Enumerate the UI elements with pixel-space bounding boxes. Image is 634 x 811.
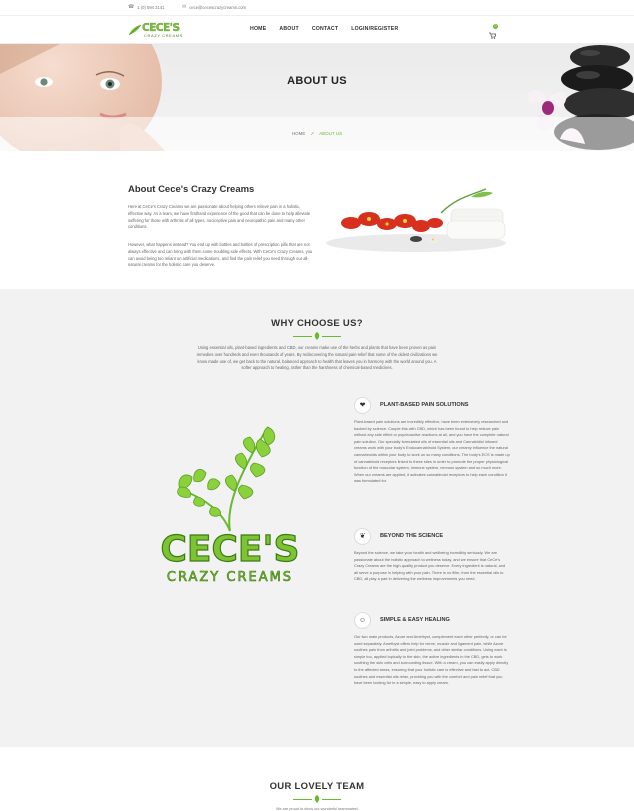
divider-leaf-icon xyxy=(314,795,320,803)
divider-leaf-icon xyxy=(314,332,320,340)
cart-button[interactable]: 0 xyxy=(489,24,499,39)
email-address[interactable]: cece@cecescrazycreams.com xyxy=(189,5,246,10)
about-paragraph-1: Here at CeCe's Crazy Creams we are passi… xyxy=(128,204,311,230)
feature-title: BEYOND THE SCIENCE xyxy=(380,533,444,539)
spa-orchid-photo xyxy=(326,188,506,252)
section-divider xyxy=(293,331,341,341)
phone-icon: ☎ xyxy=(128,4,135,10)
main-nav: HOME ABOUT CONTACT LOGIN/REGISTER xyxy=(250,26,398,32)
email-contact[interactable]: ✉ cece@cecescrazycreams.com xyxy=(182,4,246,10)
smile-icon: ☺ xyxy=(354,612,371,629)
feature-title: PLANT-BASED PAIN SOLUTIONS xyxy=(380,402,469,408)
why-choose-us-section: WHY CHOOSE US? Using essential oils, pla… xyxy=(0,289,634,747)
feature-text: Our two main products, Azure and Amethys… xyxy=(354,634,509,686)
feature-title: SIMPLE & EASY HEALING xyxy=(380,617,450,623)
breadcrumb-separator-icon: ➚ xyxy=(310,131,315,136)
big-logo-text-sub: CRAZY CREAMS xyxy=(167,570,293,585)
cart-count-badge: 0 xyxy=(493,24,498,29)
phone-contact: ☎ 1 (0) 594 3141 xyxy=(128,4,164,10)
top-bar: ☎ 1 (0) 594 3141 ✉ cece@cecescrazycreams… xyxy=(0,0,634,16)
feature-text: Plant-based pain solutions are incredibl… xyxy=(354,419,510,484)
about-section: About Cece's Crazy Creams Here at CeCe's… xyxy=(0,151,634,289)
logo-leaf-icon xyxy=(128,24,142,36)
nav-login-register[interactable]: LOGIN/REGISTER xyxy=(351,26,398,32)
nav-contact[interactable]: CONTACT xyxy=(312,26,338,32)
site-header: CECE'S CRAZY CREAMS HOME ABOUT CONTACT L… xyxy=(0,16,634,44)
team-section: OUR LOVELY TEAM We are proud to show our… xyxy=(0,747,634,811)
leaf-icon: ❦ xyxy=(354,528,371,545)
breadcrumb-current: ABOUT US xyxy=(319,131,343,136)
breadcrumb: HOME ➚ ABOUT US xyxy=(0,131,634,137)
phone-number: 1 (0) 594 3141 xyxy=(137,4,165,10)
about-heading: About Cece's Crazy Creams xyxy=(128,184,255,195)
page-title: ABOUT US xyxy=(287,75,347,87)
envelope-icon: ✉ xyxy=(182,4,187,10)
why-heading: WHY CHOOSE US? xyxy=(271,318,363,329)
team-heading: OUR LOVELY TEAM xyxy=(269,781,365,792)
big-logo-text-main: CECE'S xyxy=(161,529,300,570)
about-paragraph-2: However, what happens instead? You end u… xyxy=(128,242,313,268)
team-subtitle: We are proud to show our wonderful teamm… xyxy=(275,807,359,811)
nav-about[interactable]: ABOUT xyxy=(279,26,298,32)
nav-home[interactable]: HOME xyxy=(250,26,266,32)
feature-text: Beyond the science, we take your health … xyxy=(354,550,506,582)
logo-text-sub: CRAZY CREAMS xyxy=(144,33,183,38)
cart-icon xyxy=(489,32,497,39)
breadcrumb-home[interactable]: HOME xyxy=(292,131,306,136)
page-banner: ABOUT US HOME ➚ ABOUT US xyxy=(0,44,634,151)
ceces-crazy-creams-logo: CECE'S CRAZY CREAMS xyxy=(160,426,300,585)
site-logo[interactable]: CECE'S CRAZY CREAMS xyxy=(128,21,186,39)
why-intro: Using essential oils, plant-based ingred… xyxy=(196,345,438,371)
section-divider xyxy=(293,794,341,804)
heart-icon: ❤ xyxy=(354,397,371,414)
